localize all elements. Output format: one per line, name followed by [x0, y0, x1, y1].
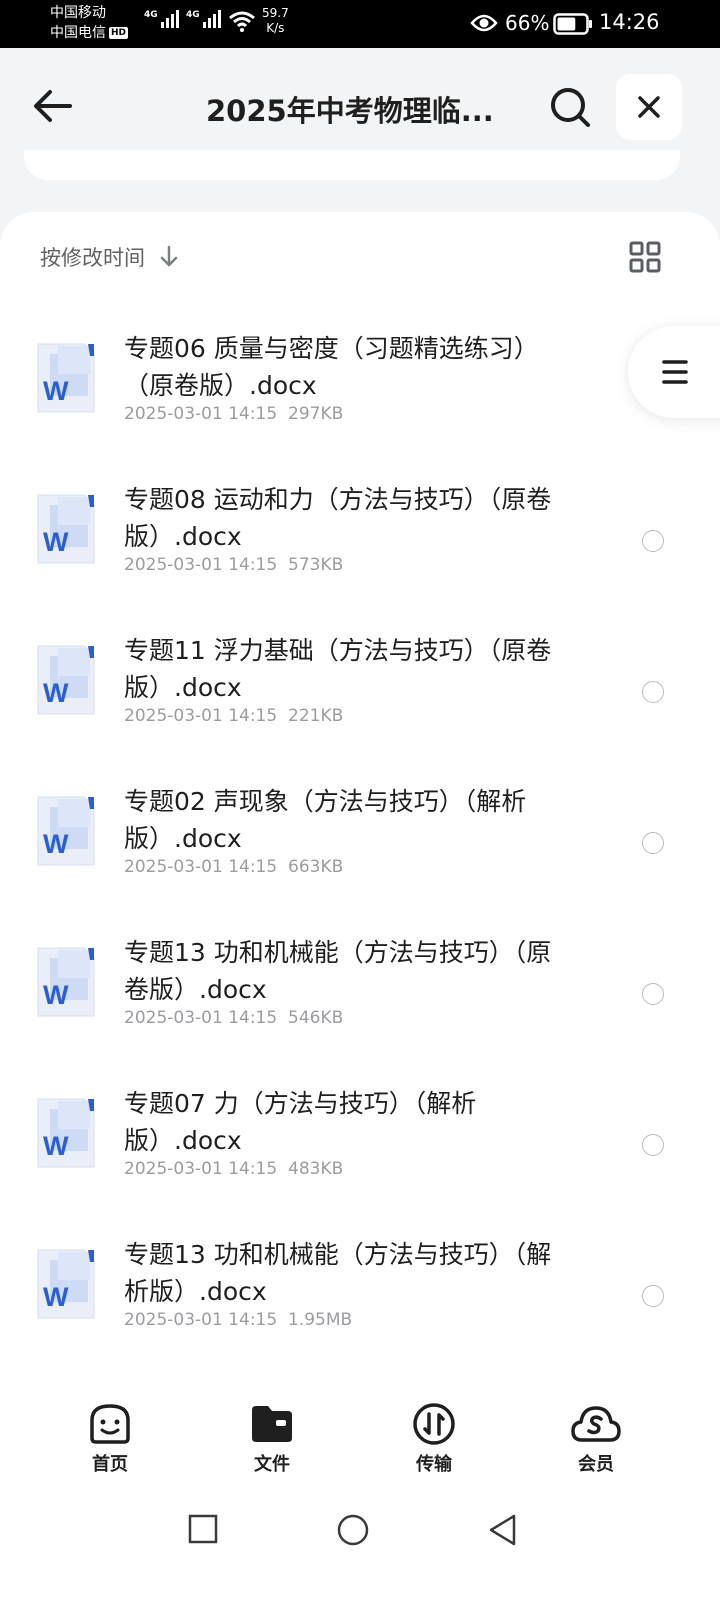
hd-badge: HD	[109, 27, 129, 39]
back-triangle-icon[interactable]	[488, 1514, 518, 1546]
system-nav-bar	[0, 1492, 720, 1600]
home-circle-icon[interactable]	[337, 1514, 369, 1546]
file-meta: 2025-03-01 14:15 546KB	[124, 1008, 344, 1028]
battery-percent: 66%	[505, 11, 550, 35]
file-item[interactable]: 专题02 声现象（方法与技巧）（解析版）.docx 2025-03-01 14:…	[0, 745, 720, 896]
word-doc-icon	[34, 1248, 96, 1320]
file-item[interactable]: 专题07 力（方法与技巧）（解析版）.docx 2025-03-01 14:15…	[0, 1047, 720, 1198]
network-speed: 59.7 K/s	[262, 6, 289, 35]
select-radio[interactable]	[642, 832, 664, 854]
select-radio[interactable]	[642, 530, 664, 552]
smiley-home-icon	[90, 1404, 130, 1444]
file-name: 专题07 力（方法与技巧）（解析版）.docx	[124, 1089, 477, 1155]
word-doc-icon	[34, 946, 96, 1018]
file-item[interactable]: 专题11 浮力基础（方法与技巧）（原卷版）.docx 2025-03-01 14…	[0, 594, 720, 745]
nav-files-label: 文件	[254, 1454, 290, 1475]
arrow-down-icon	[160, 245, 178, 267]
select-radio[interactable]	[642, 983, 664, 1005]
carrier-info: 中国移动 中国电信 HD	[50, 3, 129, 43]
nav-transfer-label: 传输	[416, 1454, 452, 1475]
bottom-nav: 首页 文件 传输 会员	[0, 1392, 720, 1492]
signal-2-icon: 4G	[186, 10, 221, 28]
word-doc-icon	[34, 644, 96, 716]
file-name: 专题11 浮力基础（方法与技巧）（原卷版）.docx	[124, 636, 552, 702]
battery-icon	[553, 13, 592, 35]
file-list: 专题06 质量与密度（习题精选练习）（原卷版）.docx 2025-03-01 …	[0, 292, 720, 1349]
file-name: 专题08 运动和力（方法与技巧）（原卷版）.docx	[124, 485, 552, 551]
nav-home-label: 首页	[92, 1454, 128, 1475]
header: 2025年中考物理临...	[0, 48, 720, 164]
file-item[interactable]: 专题13 功和机械能（方法与技巧）（原卷版）.docx 2025-03-01 1…	[0, 896, 720, 1047]
file-item[interactable]: 专题08 运动和力（方法与技巧）（原卷版）.docx 2025-03-01 14…	[0, 443, 720, 594]
sort-button[interactable]: 按修改时间	[40, 242, 179, 272]
file-meta: 2025-03-01 14:15 297KB	[124, 404, 344, 424]
file-item[interactable]: 专题06 质量与密度（习题精选练习）（原卷版）.docx 2025-03-01 …	[0, 292, 720, 443]
recents-square-icon[interactable]	[188, 1514, 218, 1544]
sort-label: 按修改时间	[40, 246, 145, 270]
nav-transfer[interactable]: 传输	[384, 1402, 484, 1476]
close-button[interactable]	[616, 74, 682, 140]
grid-view-icon[interactable]	[628, 240, 662, 274]
file-meta: 2025-03-01 14:15 573KB	[124, 555, 344, 575]
word-doc-icon	[34, 1097, 96, 1169]
word-doc-icon	[34, 342, 96, 414]
word-doc-icon	[34, 795, 96, 867]
signal-1-icon: 4G	[144, 10, 179, 28]
file-meta: 2025-03-01 14:15 221KB	[124, 706, 344, 726]
folder-files-icon	[252, 1406, 292, 1442]
carrier-2: 中国电信	[50, 25, 106, 41]
close-icon	[638, 96, 660, 118]
file-name: 专题13 功和机械能（方法与技巧）（原卷版）.docx	[124, 938, 552, 1004]
collapsed-card	[24, 150, 680, 180]
select-radio[interactable]	[642, 1285, 664, 1307]
select-radio[interactable]	[642, 1134, 664, 1156]
carrier-2-row: 中国电信 HD	[50, 23, 129, 43]
word-doc-icon	[34, 493, 96, 565]
file-meta: 2025-03-01 14:15 1.95MB	[124, 1310, 353, 1330]
nav-member[interactable]: 会员	[546, 1402, 646, 1476]
file-meta: 2025-03-01 14:15 483KB	[124, 1159, 344, 1179]
back-arrow-icon[interactable]	[30, 86, 78, 126]
clock: 14:26	[599, 10, 660, 34]
cloud-member-icon	[571, 1406, 621, 1442]
nav-member-label: 会员	[578, 1454, 614, 1475]
select-radio[interactable]	[642, 681, 664, 703]
file-name: 专题06 质量与密度（习题精选练习）（原卷版）.docx	[124, 334, 539, 400]
file-name: 专题13 功和机械能（方法与技巧）（解析版）.docx	[124, 1240, 552, 1306]
eye-comfort-icon	[470, 14, 498, 32]
nav-home[interactable]: 首页	[60, 1402, 160, 1476]
transfer-icon	[413, 1403, 455, 1445]
page-title: 2025年中考物理临...	[206, 94, 494, 128]
floating-menu-button[interactable]	[628, 326, 720, 418]
file-name: 专题02 声现象（方法与技巧）（解析版）.docx	[124, 787, 527, 853]
file-item[interactable]: 专题13 功和机械能（方法与技巧）（解析版）.docx 2025-03-01 1…	[0, 1198, 720, 1349]
wifi-icon	[229, 11, 255, 32]
file-meta: 2025-03-01 14:15 663KB	[124, 857, 344, 877]
nav-files[interactable]: 文件	[222, 1402, 322, 1476]
status-bar: 中国移动 中国电信 HD 4G 4G 59.7 K/s 66% 14:26	[0, 0, 720, 48]
menu-icon	[662, 360, 688, 384]
carrier-1: 中国移动	[50, 5, 106, 21]
file-list-card: 按修改时间 专题06 质量与密度（习题精选练习）（原卷版）.docx 2025-…	[0, 212, 720, 1412]
search-icon[interactable]	[548, 85, 592, 129]
